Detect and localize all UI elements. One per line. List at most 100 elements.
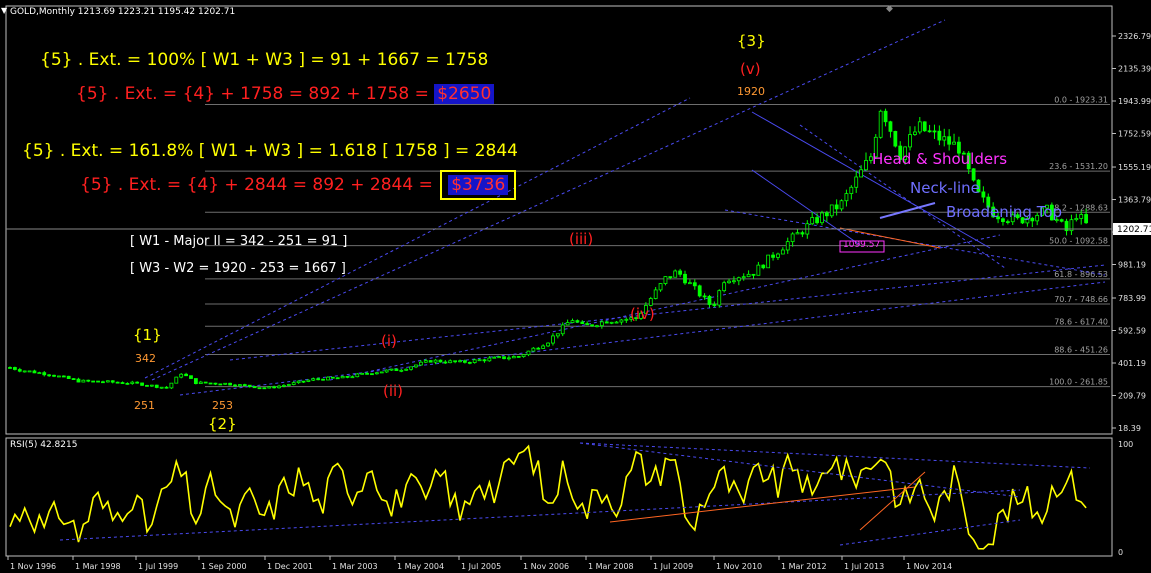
candle-body <box>233 384 237 387</box>
wave-v-label: (v) <box>740 60 761 78</box>
candle-body <box>384 369 389 373</box>
candle-body <box>609 321 614 324</box>
y-tick-label: 1555.19 <box>1118 163 1151 172</box>
candle-body <box>590 324 594 327</box>
y-tick-label: 18.39 <box>1118 424 1141 433</box>
candle-body <box>555 333 560 337</box>
candle-body <box>37 372 42 375</box>
y-tick-label: 2135.39 <box>1118 65 1151 74</box>
candle-body <box>27 370 32 373</box>
candle-body <box>820 212 824 224</box>
fib-label: 50.0 - 1092.58 <box>1049 237 1108 246</box>
candle-body <box>913 131 917 135</box>
rsi-header: RSI(5) 42.8215 <box>10 440 78 450</box>
candle-body <box>218 383 223 386</box>
candle-body <box>213 382 218 385</box>
symbol-header: GOLD,Monthly 1213.69 1223.21 1195.42 120… <box>10 7 236 17</box>
candle-body <box>340 376 345 379</box>
wave-ii-label: (ii) <box>383 382 404 400</box>
candle-body <box>937 130 942 141</box>
candle-body <box>208 382 213 385</box>
ext-annotation-2-text: {5} . Ext. = {4} + 1758 = 892 + 1758 = <box>76 84 435 104</box>
candle-body <box>942 136 947 141</box>
x-tick-label: 1 Jul 2009 <box>653 562 693 571</box>
candle-body <box>927 130 932 133</box>
candle-body <box>697 285 702 297</box>
candle-body <box>712 304 717 306</box>
candle-body <box>443 361 448 364</box>
candle-body <box>316 378 321 381</box>
candle-body <box>776 253 780 258</box>
candle-body <box>394 368 399 371</box>
candle-body <box>115 381 120 384</box>
x-tick-label: 1 Jul 2005 <box>461 562 501 571</box>
x-tick-label: 1 Jul 1999 <box>138 562 178 571</box>
candle-body <box>521 354 526 357</box>
y-tick-label: 783.99 <box>1118 294 1146 303</box>
candle-body <box>761 264 766 269</box>
candle-body <box>81 379 86 383</box>
candle-body <box>829 204 834 217</box>
candle-body <box>453 360 458 363</box>
last-price-label: 1202.71 <box>1117 225 1151 235</box>
candle-body <box>599 321 604 327</box>
candle-body <box>433 359 438 363</box>
candle-body <box>311 378 316 381</box>
broadening-top-label: Broadening Top <box>946 203 1063 221</box>
candle-body <box>76 378 81 383</box>
x-tick-label: 1 Mar 2012 <box>781 562 827 571</box>
candle-body <box>321 378 325 381</box>
candle-body <box>516 356 521 358</box>
rsi-tick-label: 0 <box>1118 548 1123 557</box>
candle-body <box>653 289 658 299</box>
candle-body <box>306 379 311 382</box>
candle-body <box>683 273 687 284</box>
candle-body <box>790 233 795 243</box>
candle-body <box>780 249 785 255</box>
candle-body <box>467 361 472 364</box>
x-tick-label: 1 Nov 2006 <box>523 562 569 571</box>
price-253-label: 253 <box>212 399 233 412</box>
candle-body <box>370 373 374 376</box>
fib-label: 100.0 - 261.85 <box>1049 378 1108 387</box>
candle-body <box>678 270 683 275</box>
price-342-label: 342 <box>135 352 156 365</box>
x-axis: 1 Nov 1996 1 Mar 1998 1 Jul 1999 1 Sep 2000… <box>7 556 952 571</box>
candle-body <box>52 374 56 377</box>
candle-body <box>418 361 423 366</box>
candle-body <box>179 373 184 378</box>
candle-body <box>668 276 673 278</box>
candle-body <box>507 357 511 360</box>
candle-body <box>722 282 727 292</box>
candle-body <box>326 376 330 381</box>
candle-body <box>17 369 22 372</box>
candle-body <box>839 200 844 210</box>
x-tick-label: 1 Nov 2014 <box>906 562 952 571</box>
candle-body <box>922 121 927 132</box>
candle-body <box>619 319 624 323</box>
y-tick-label: 592.59 <box>1118 326 1146 335</box>
candle-body <box>389 368 394 371</box>
x-tick-label: 1 Sep 2000 <box>201 562 247 571</box>
candle-body <box>145 384 149 387</box>
fib-label: 88.6 - 451.26 <box>1054 345 1108 354</box>
candle-body <box>247 384 252 387</box>
x-tick-label: 1 Mar 2008 <box>588 562 634 571</box>
x-tick-label: 1 Dec 2001 <box>267 562 313 571</box>
candle-body <box>888 121 893 132</box>
candle-body <box>785 241 790 251</box>
fib-label: 23.6 - 1531.20 <box>1049 162 1108 171</box>
candle-body <box>766 254 771 269</box>
y-tick-label: 1752.59 <box>1118 130 1151 139</box>
candle-body <box>580 321 585 324</box>
dropdown-arrow-icon[interactable]: ▼ <box>1 6 7 15</box>
candle-body <box>472 359 477 363</box>
candle-body <box>727 280 731 284</box>
candle-body <box>404 368 409 371</box>
price-251-label: 251 <box>134 399 155 412</box>
ext-annotation-4-text: {5} . Ext. = {4} + 2844 = 892 + 2844 = <box>80 175 439 195</box>
candle-body <box>624 318 629 321</box>
candle-body <box>702 295 707 298</box>
candle-body <box>242 384 247 386</box>
x-tick-label: 1 Mar 1998 <box>75 562 121 571</box>
